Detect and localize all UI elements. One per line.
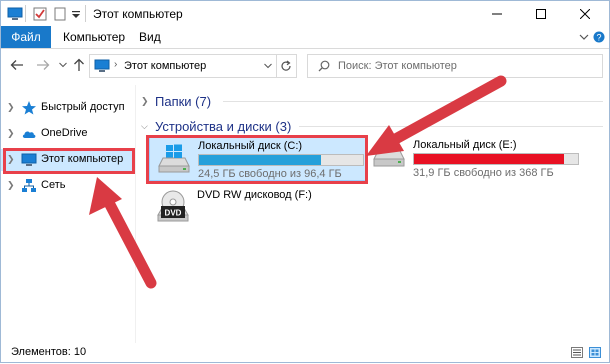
arrow-to-this-pc — [89, 177, 157, 289]
status-bar: Элементов: 10 — [1, 343, 609, 362]
details-view-icon[interactable] — [571, 347, 583, 358]
large-icons-view-icon[interactable] — [589, 347, 601, 358]
annotation-arrows — [89, 75, 507, 289]
item-count: Элементов: 10 — [11, 346, 87, 358]
explorer-window: Этот компьютер Файл Компьютер Вид ? › Эт… — [0, 0, 610, 363]
arrow-to-drive-c — [366, 75, 507, 156]
